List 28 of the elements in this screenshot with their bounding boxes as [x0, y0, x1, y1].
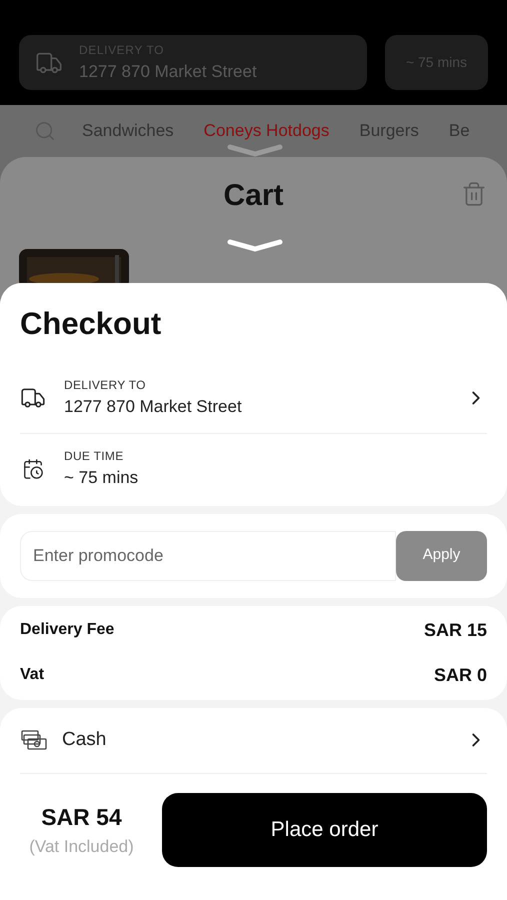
category-tab[interactable]: Coneys Hotdogs	[204, 118, 330, 144]
category-tab[interactable]: Be	[448, 118, 470, 144]
fee-value: SAR 0	[434, 664, 487, 686]
row-value: 1277 870 Market Street	[64, 396, 243, 418]
fee-label: Vat	[20, 665, 44, 685]
category-tab[interactable]: Burgers	[359, 118, 419, 144]
apply-button[interactable]: Apply	[396, 530, 487, 580]
delivery-row[interactable]: DELIVERY TO 1277 870 Market Street	[20, 364, 487, 434]
row-label: DUE TIME	[64, 448, 125, 465]
checkout-title: Checkout	[20, 305, 162, 343]
delivery-address: 1277 870 Market Street	[79, 60, 257, 83]
cart-title: Cart	[223, 178, 284, 214]
row-label: DELIVERY TO	[64, 377, 147, 394]
payment-method: Cash	[62, 728, 108, 752]
trash-icon[interactable]	[461, 181, 487, 207]
drag-handle-icon[interactable]	[227, 144, 283, 157]
payment-method-row[interactable]: Cash	[20, 708, 487, 774]
place-order-button[interactable]: Place order	[162, 792, 487, 866]
due-time-row[interactable]: DUE TIME ~ 75 mins	[20, 434, 487, 504]
banknotes-icon	[20, 728, 48, 752]
total-amount: SAR 54	[41, 802, 122, 832]
calendar-clock-icon	[22, 458, 44, 480]
row-value: ~ 75 mins	[64, 466, 140, 489]
category-tab[interactable]: Sandwiches	[82, 118, 174, 144]
promocode-field[interactable]: Enter promocode	[20, 530, 396, 580]
fee-label: Delivery Fee	[20, 620, 114, 640]
vat-note: (Vat Included)	[29, 836, 134, 858]
fee-value: SAR 15	[424, 618, 487, 642]
